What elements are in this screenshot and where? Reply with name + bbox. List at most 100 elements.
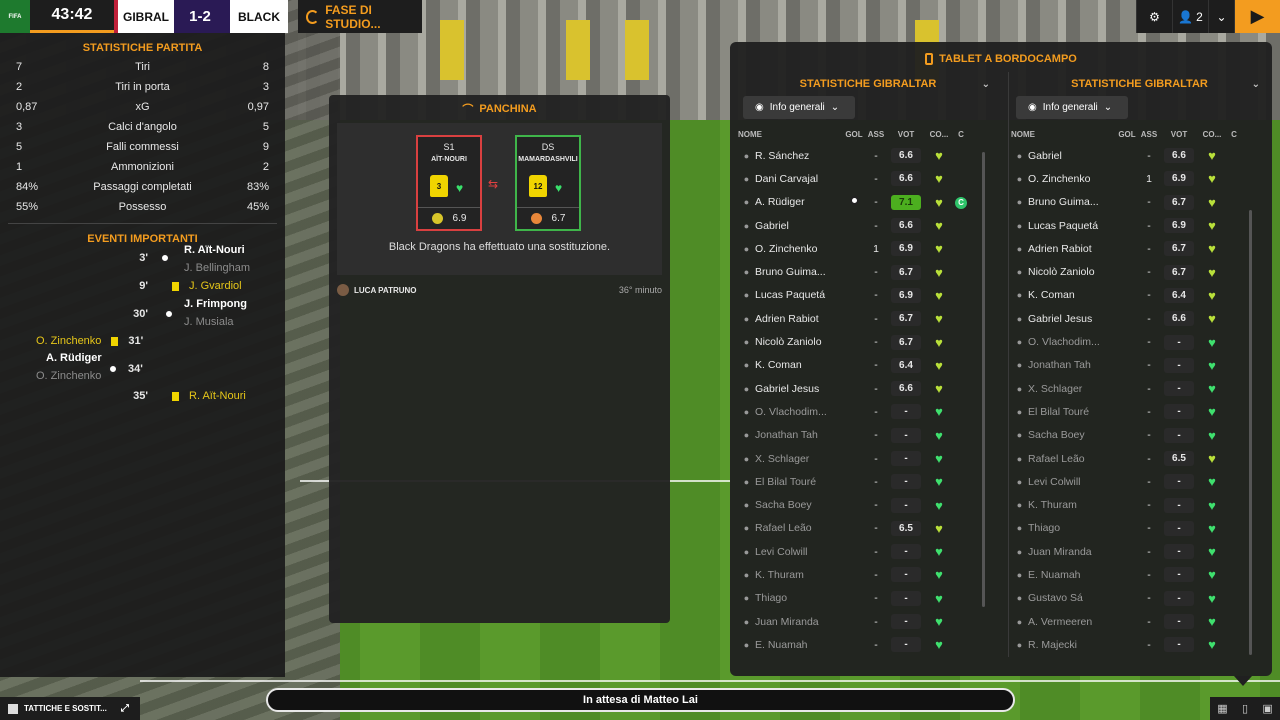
table-row[interactable]: ● K. Coman -6.4 ♥ xyxy=(738,354,998,377)
condition-heart-icon: ♥ xyxy=(935,218,943,234)
info-filter-dropdown[interactable]: ◉ Info generali ⌄ xyxy=(743,96,855,119)
table-row[interactable]: ● Lucas Paquetá -6.9 ♥ xyxy=(1011,214,1268,237)
image-icon[interactable]: ▣ xyxy=(1262,702,1272,715)
table-row[interactable]: ● Gabriel Jesus -6.6 ♥ xyxy=(738,377,998,400)
stat-away-value: 9 xyxy=(262,141,269,153)
table-row[interactable]: ● Gustavo Sá - - ♥ xyxy=(1011,587,1268,610)
table-row[interactable]: ● El Bilal Touré - - ♥ xyxy=(1011,400,1268,423)
scrollbar[interactable] xyxy=(1249,210,1252,655)
tactics-button[interactable]: TATTICHE E SOSTIT... ⤢ xyxy=(0,697,140,720)
condition-heart-icon: ♥ xyxy=(1208,194,1216,210)
event-assist: J. Bellingham xyxy=(184,262,250,274)
person-icon: ● xyxy=(743,197,750,208)
player-name: O. Vlachodim... xyxy=(755,405,827,418)
chevron-down-icon: ⌄ xyxy=(1216,9,1227,24)
event-assist: O. Zinchenko xyxy=(36,370,101,382)
scrollbar[interactable] xyxy=(982,152,985,607)
condition-heart-icon: ♥ xyxy=(935,404,943,420)
settings-button[interactable]: ⚙ xyxy=(1136,0,1172,33)
person-icon: ● xyxy=(1016,616,1023,627)
table-row[interactable]: ● Lucas Paquetá -6.9 ♥ xyxy=(738,284,998,307)
users-button[interactable]: 👤 2 xyxy=(1172,0,1208,33)
table-row[interactable]: ● Rafael Leão -6.5 ♥ xyxy=(738,517,998,540)
table-row[interactable]: ● K. Coman -6.4 ♥ xyxy=(1011,284,1268,307)
table-row[interactable]: ● K. Thuram - - ♥ xyxy=(738,563,998,586)
stat-away-value: 83% xyxy=(246,181,269,193)
table-row[interactable]: ● E. Nuamah - - ♥ xyxy=(738,633,998,656)
table-row[interactable]: ● Nicolò Zaniolo -6.7 ♥ xyxy=(1011,260,1268,283)
table-row[interactable]: ● O. Vlachodim... - - ♥ xyxy=(738,400,998,423)
event-assist-player: J. Musiala xyxy=(184,316,234,328)
player-assists: - xyxy=(1147,545,1151,558)
player-name: Gabriel xyxy=(1028,149,1062,162)
eye-icon: ◉ xyxy=(1028,102,1037,113)
player-in-card[interactable]: DS MAMARDASHVILI 12 ♥ 6.7 xyxy=(515,135,581,231)
table-row[interactable]: ● Gabriel Jesus -6.6 ♥ xyxy=(1011,307,1268,330)
player-rating-cell: 6.9 xyxy=(1160,218,1198,234)
player-name: Lucas Paquetá xyxy=(1028,219,1099,232)
condition-heart-icon: ♥ xyxy=(935,497,943,513)
chevron-down-icon: ⌄ xyxy=(981,78,990,90)
condition-heart-icon: ♥ xyxy=(1208,451,1216,466)
grid-icon[interactable]: ▦ xyxy=(1217,702,1227,715)
table-row[interactable]: ● Levi Colwill - - ♥ xyxy=(738,540,998,563)
table-row[interactable]: ● Thiago - - ♥ xyxy=(738,587,998,610)
table-row[interactable]: ● R. Sánchez -6.6 ♥ xyxy=(738,144,998,167)
player-name: Sacha Boey xyxy=(755,499,812,512)
column-title-button[interactable]: STATISTICHE GIBRALTAR ⌄ xyxy=(738,72,998,96)
table-row[interactable]: ● E. Nuamah - - ♥ xyxy=(1011,563,1268,586)
player-assists: - xyxy=(874,266,878,279)
table-row[interactable]: ● Jonathan Tah - - ♥ xyxy=(1011,354,1268,377)
table-row[interactable]: ● Dani Carvajal -6.6 ♥ xyxy=(738,167,998,190)
table-row[interactable]: ● Gabriel -6.6 ♥ xyxy=(738,214,998,237)
table-row[interactable]: ● Rafael Leão -6.5 ♥ xyxy=(1011,447,1268,470)
player-rating-cell: 6.6 xyxy=(887,381,925,397)
dropdown-button[interactable]: ⌄ xyxy=(1208,0,1234,33)
player-out-card[interactable]: S1 AÏT-NOURI 3 ♥ 6.9 xyxy=(416,135,482,231)
table-row[interactable]: ● Bruno Guima... -6.7 ♥ xyxy=(1011,191,1268,214)
tablet-toggle-icon[interactable]: ▯ xyxy=(1242,702,1248,715)
table-row[interactable]: ● R. Majecki - - ♥ xyxy=(1011,633,1268,656)
table-row[interactable]: ● X. Schlager - - ♥ xyxy=(738,447,998,470)
table-row[interactable]: ● Nicolò Zaniolo -6.7 ♥ xyxy=(738,330,998,353)
substitution-box: S1 AÏT-NOURI 3 ♥ 6.9 ⇆ DS MAMARDASHVILI … xyxy=(337,123,662,275)
player-rating-cell: - xyxy=(887,544,925,560)
table-row[interactable]: ● Sacha Boey - - ♥ xyxy=(1011,424,1268,447)
player-name: O. Zinchenko xyxy=(755,242,818,255)
table-row[interactable]: ● A. Rüdiger -7.1 ♥ C xyxy=(738,191,998,214)
player-assists: - xyxy=(1147,452,1151,465)
table-row[interactable]: ● Gabriel -6.6 ♥ xyxy=(1011,144,1268,167)
table-row[interactable]: ● Adrien Rabiot -6.7 ♥ xyxy=(1011,237,1268,260)
table-row[interactable]: ● Adrien Rabiot -6.7 ♥ xyxy=(738,307,998,330)
filter-label: Info generali xyxy=(769,102,825,113)
table-row[interactable]: ● Thiago - - ♥ xyxy=(1011,517,1268,540)
user-icon: 👤 xyxy=(1178,9,1194,24)
match-phase[interactable]: FASE DI STUDIO... xyxy=(298,0,422,33)
condition-heart-icon: ♥ xyxy=(1208,218,1216,234)
expand-icon: ⤢ xyxy=(120,703,129,714)
table-row[interactable]: ● X. Schlager - - ♥ xyxy=(1011,377,1268,400)
player-rating-cell: - xyxy=(887,474,925,490)
player-name: X. Schlager xyxy=(1028,382,1083,395)
info-filter-dropdown[interactable]: ◉ Info generali ⌄ xyxy=(1016,96,1128,119)
stat-row: 5 Falli commessi 9 xyxy=(0,137,285,157)
table-row[interactable]: ● O. Zinchenko 1 6.9 ♥ xyxy=(1011,167,1268,190)
captain-badge: C xyxy=(955,196,967,209)
condition-heart-icon: ♥ xyxy=(1208,287,1216,303)
table-row[interactable]: ● O. Vlachodim... - - ♥ xyxy=(1011,330,1268,353)
player-name: El Bilal Touré xyxy=(1028,405,1090,418)
column-title-button[interactable]: STATISTICHE GIBRALTAR ⌄ xyxy=(1011,72,1268,96)
player-assists: - xyxy=(874,312,878,325)
play-button[interactable]: ▶ xyxy=(1234,0,1280,33)
table-row[interactable]: ● Jonathan Tah - - ♥ xyxy=(738,424,998,447)
table-row[interactable]: ● O. Zinchenko 1 6.9 ♥ xyxy=(738,237,998,260)
table-row[interactable]: ● Bruno Guima... -6.7 ♥ xyxy=(738,260,998,283)
table-row[interactable]: ● A. Vermeeren - - ♥ xyxy=(1011,610,1268,633)
table-row[interactable]: ● El Bilal Touré - - ♥ xyxy=(738,470,998,493)
condition-heart-icon: ♥ xyxy=(935,427,943,443)
table-row[interactable]: ● K. Thuram - - ♥ xyxy=(1011,493,1268,516)
table-row[interactable]: ● Juan Miranda - - ♥ xyxy=(738,610,998,633)
table-row[interactable]: ● Levi Colwill - - ♥ xyxy=(1011,470,1268,493)
table-row[interactable]: ● Juan Miranda - - ♥ xyxy=(1011,540,1268,563)
table-row[interactable]: ● Sacha Boey - - ♥ xyxy=(738,493,998,516)
